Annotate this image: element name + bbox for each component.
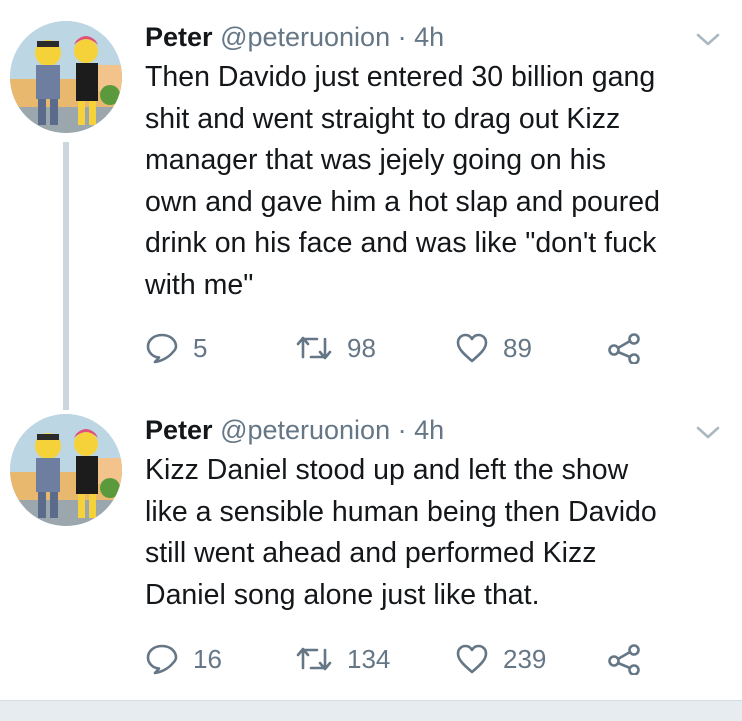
timestamp[interactable]: 4h: [414, 22, 444, 52]
chevron-down-icon[interactable]: [694, 29, 722, 49]
tweet-header: Peter @peteruonion · 4h: [145, 410, 444, 450]
like-button[interactable]: 89: [455, 328, 532, 368]
timeline-divider: [0, 700, 742, 721]
share-icon: [608, 644, 640, 675]
timestamp[interactable]: 4h: [414, 415, 444, 445]
share-button[interactable]: [607, 328, 641, 368]
chevron-down-icon[interactable]: [694, 422, 722, 442]
tweet-text: Then Davido just entered 30 billion gang…: [145, 61, 660, 301]
like-count: 89: [503, 332, 532, 363]
tweet-actions: 5 98 89: [145, 328, 705, 368]
avatar[interactable]: [10, 414, 122, 526]
like-count: 239: [503, 643, 547, 674]
author-name[interactable]: Peter: [145, 22, 213, 52]
reply-button[interactable]: 5: [145, 328, 207, 368]
simpsons-style-avatar-icon: [10, 21, 122, 133]
retweet-button[interactable]: 98: [295, 328, 376, 368]
separator-dot: ·: [397, 415, 407, 445]
avatar[interactable]: [10, 21, 122, 133]
share-icon: [608, 333, 640, 364]
share-button[interactable]: [607, 639, 641, 679]
tweet-header: Peter @peteruonion · 4h: [145, 17, 444, 57]
heart-icon: [456, 644, 488, 674]
author-handle[interactable]: @peteruonion: [220, 22, 390, 52]
retweet-icon: [296, 336, 332, 360]
reply-button[interactable]: 16: [145, 639, 222, 679]
retweet-button[interactable]: 134: [295, 639, 390, 679]
heart-icon: [456, 333, 488, 363]
like-button[interactable]: 239: [455, 639, 546, 679]
reply-count: 16: [193, 643, 222, 674]
reply-icon: [146, 333, 178, 364]
separator-dot: ·: [397, 22, 407, 52]
reply-icon: [146, 644, 178, 675]
author-name[interactable]: Peter: [145, 415, 213, 445]
retweet-count: 134: [347, 643, 391, 674]
author-handle[interactable]: @peteruonion: [220, 415, 390, 445]
reply-count: 5: [193, 332, 208, 363]
tweet-text: Kizz Daniel stood up and left the show l…: [145, 454, 657, 611]
simpsons-style-avatar-icon: [10, 414, 122, 526]
tweet[interactable]: Peter @peteruonion · 4h Kizz Daniel stoo…: [0, 410, 742, 690]
tweet-actions: 16 134 239: [145, 639, 705, 679]
retweet-icon: [296, 647, 332, 671]
tweet[interactable]: Peter @peteruonion · 4h Then Davido just…: [0, 17, 742, 377]
retweet-count: 98: [347, 332, 376, 363]
